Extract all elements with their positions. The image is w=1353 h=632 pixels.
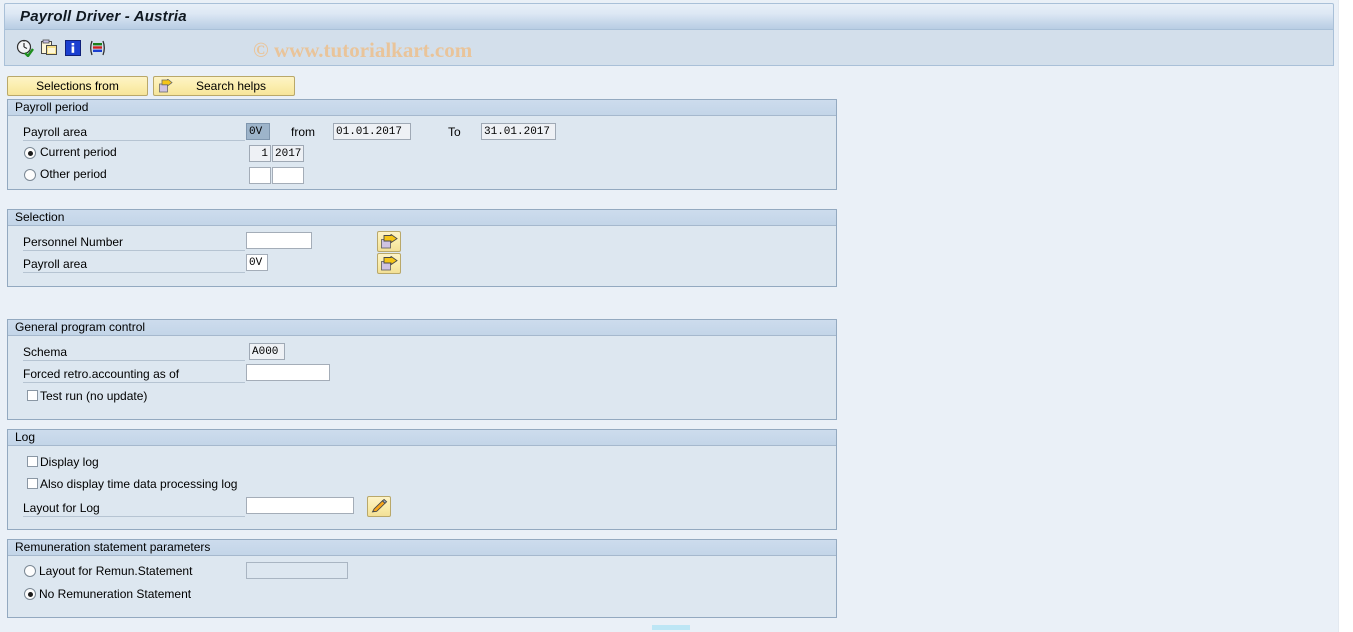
test-run-checkbox[interactable] — [27, 390, 38, 401]
payroll-area-label: Payroll area — [23, 124, 245, 141]
other-period-number-input[interactable] — [249, 167, 271, 184]
right-gutter — [1338, 0, 1353, 632]
search-helps-label: Search helps — [195, 79, 267, 93]
schema-label: Schema — [23, 344, 245, 361]
forced-retro-accounting-label: Forced retro.accounting as of — [23, 366, 245, 383]
current-period-label: Current period — [40, 145, 117, 159]
execute-clock-icon[interactable] — [16, 39, 34, 58]
layout-for-remun-statement-label: Layout for Remun.Statement — [39, 564, 193, 578]
period-from-input[interactable] — [333, 123, 411, 140]
payroll-area-input[interactable] — [246, 123, 270, 140]
no-remuneration-statement-label: No Remuneration Statement — [39, 587, 192, 601]
layout-for-remun-statement-radio[interactable] — [24, 565, 36, 577]
group-log: Log Display log Also display time data p… — [7, 429, 837, 530]
copy-variant-icon[interactable] — [40, 39, 58, 57]
application-window: Payroll Driver - Austria © www.tutorialk… — [0, 0, 1338, 632]
group-selection-header: Selection — [8, 210, 836, 226]
page-title: Payroll Driver - Austria — [20, 8, 187, 25]
application-toolbar — [4, 30, 1334, 66]
group-remuneration-statement-parameters: Remuneration statement parameters Layout… — [7, 539, 837, 618]
display-log-label: Display log — [40, 455, 99, 469]
forced-retro-accounting-input[interactable] — [246, 364, 330, 381]
test-run-label: Test run (no update) — [40, 389, 148, 403]
payroll-area-multiple-selection-button[interactable] — [377, 253, 401, 274]
personnel-number-multiple-selection-button[interactable] — [377, 231, 401, 252]
personnel-number-label: Personnel Number — [23, 234, 245, 251]
time-data-processing-log-checkbox[interactable] — [27, 478, 38, 489]
multicolor-layout-icon[interactable] — [88, 39, 106, 57]
group-general-program-control-header: General program control — [8, 320, 836, 336]
other-period-label: Other period — [40, 167, 107, 181]
group-remuneration-header: Remuneration statement parameters — [8, 540, 836, 556]
window-title-bar: Payroll Driver - Austria — [4, 3, 1334, 30]
group-payroll-period: Payroll period Payroll area from To Curr… — [7, 99, 837, 190]
schema-input[interactable] — [249, 343, 285, 360]
information-icon[interactable] — [64, 39, 82, 57]
group-log-header: Log — [8, 430, 836, 446]
time-data-processing-log-label: Also display time data processing log — [40, 477, 238, 491]
group-payroll-period-header: Payroll period — [8, 100, 836, 116]
no-remuneration-statement-radio[interactable] — [24, 588, 36, 600]
current-period-year-input[interactable] — [272, 145, 304, 162]
selections-from-button[interactable]: Selections from — [7, 76, 148, 96]
layout-for-log-label: Layout for Log — [23, 500, 245, 517]
current-period-radio[interactable] — [24, 147, 36, 159]
search-helps-button[interactable]: Search helps — [153, 76, 295, 96]
from-label: from — [291, 125, 315, 139]
layout-for-log-input[interactable] — [246, 497, 354, 514]
watermark-text: © www.tutorialkart.com — [253, 38, 473, 62]
selection-payroll-area-label: Payroll area — [23, 256, 245, 273]
group-general-program-control: General program control Schema Forced re… — [7, 319, 837, 420]
other-period-year-input[interactable] — [272, 167, 304, 184]
current-period-number-input[interactable] — [249, 145, 271, 162]
layout-for-remun-statement-input[interactable] — [246, 562, 348, 579]
selection-payroll-area-input[interactable] — [246, 254, 268, 271]
personnel-number-input[interactable] — [246, 232, 312, 249]
period-to-input[interactable] — [481, 123, 556, 140]
layout-for-log-edit-button[interactable] — [367, 496, 391, 517]
other-period-radio[interactable] — [24, 169, 36, 181]
display-log-checkbox[interactable] — [27, 456, 38, 467]
to-label: To — [448, 125, 461, 139]
group-selection: Selection Personnel Number Payroll area — [7, 209, 837, 287]
horizontal-scrollbar-thumb[interactable] — [652, 625, 690, 630]
search-helps-arrow-icon — [159, 78, 173, 93]
